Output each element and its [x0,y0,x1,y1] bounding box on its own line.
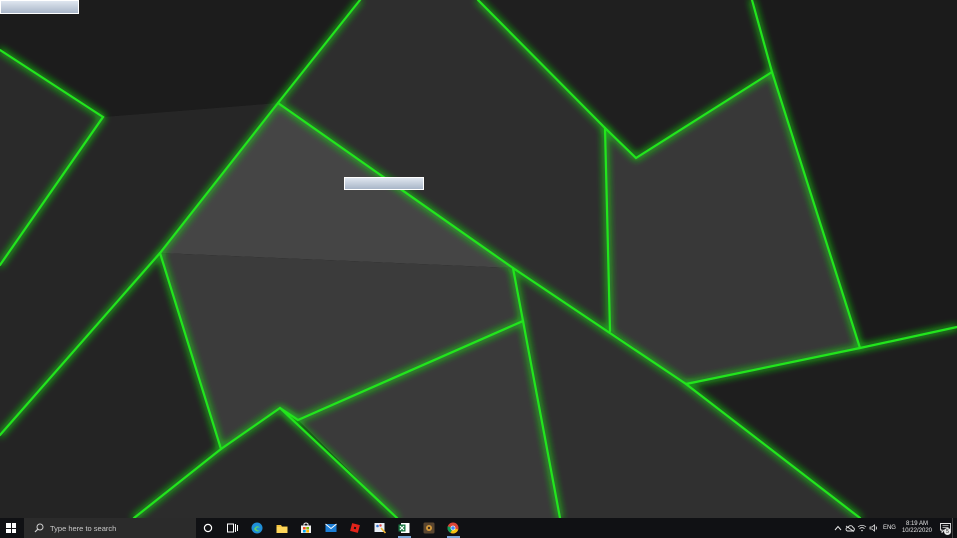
desktop-selection-bar[interactable] [0,0,79,14]
file-explorer-icon [276,524,288,533]
notification-badge: 5 [944,528,951,535]
show-desktop-button[interactable] [952,518,957,538]
network-icon[interactable] [856,518,868,538]
file-explorer-button[interactable] [270,518,295,538]
action-center-button[interactable]: 5 [938,518,952,538]
system-tray: ENG 8:19 AM 10/22/2020 5 [832,518,957,538]
search-placeholder: Type here to search [50,523,117,533]
cortana-button[interactable] [196,518,221,538]
store-button[interactable] [294,518,319,538]
store-icon [301,522,312,533]
paint-button[interactable] [368,518,393,538]
paint-icon [374,523,386,534]
desktop-selection-bar[interactable] [344,177,424,190]
mail-button[interactable] [319,518,344,538]
wallpaper [0,0,957,518]
roblox-icon [350,523,361,533]
chrome-button[interactable] [441,518,466,538]
roblox-button[interactable] [343,518,368,538]
windows-logo-icon [6,523,16,533]
volume-icon[interactable] [868,518,880,538]
task-view-icon [227,523,239,533]
clock-time: 8:19 AM [905,521,928,527]
search-icon [33,522,45,534]
edge-button[interactable] [245,518,270,538]
cloud-icon[interactable] [844,518,856,538]
mail-icon [324,523,337,532]
excel-icon [398,523,410,533]
chrome-icon [447,522,459,534]
desktop[interactable] [0,0,957,518]
game-icon [423,522,435,534]
search-box[interactable]: Type here to search [24,518,196,538]
game-button[interactable] [417,518,442,538]
clock-date: 10/22/2020 [901,528,932,534]
start-button[interactable] [0,518,22,538]
edge-icon [251,522,263,534]
clock[interactable]: 8:19 AM 10/22/2020 [902,521,932,535]
task-view-button[interactable] [221,518,246,538]
cortana-icon [204,523,213,533]
taskbar: Type here to search ENG 8:19 AM 10/22/20… [0,518,957,538]
language-indicator[interactable]: ENG [883,525,896,531]
chevron-up-icon[interactable] [832,518,844,538]
excel-button[interactable] [392,518,417,538]
